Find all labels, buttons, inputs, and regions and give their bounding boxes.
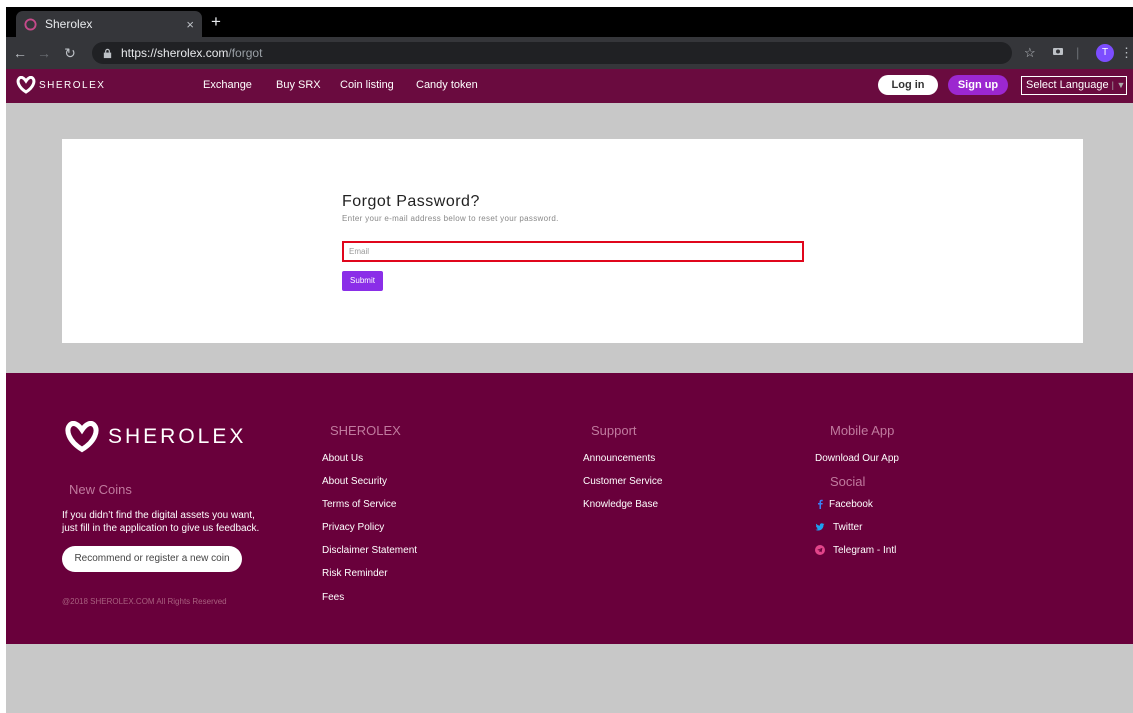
page-bottom-background xyxy=(6,644,1133,713)
footer-link-about-security[interactable]: About Security xyxy=(322,476,387,487)
browser-tab-bar: Sherolex × + xyxy=(6,7,1133,37)
footer-link-about-us[interactable]: About Us xyxy=(322,453,363,464)
new-coins-text-line-2: just fill in the application to give us … xyxy=(62,523,260,534)
nav-logo[interactable]: SHEROLEX xyxy=(16,76,105,94)
new-tab-icon[interactable]: + xyxy=(211,11,221,33)
browser-toolbar: ← → ↻ https://sherolex.com/forgot ☆ | T … xyxy=(6,37,1133,69)
footer-link-disclaimer-statement[interactable]: Disclaimer Statement xyxy=(322,545,417,556)
toolbar-divider: | xyxy=(1076,45,1080,60)
submit-button[interactable]: Submit xyxy=(342,271,383,291)
signup-button[interactable]: Sign up xyxy=(948,75,1008,95)
forward-arrow-icon[interactable]: → xyxy=(36,45,52,61)
nav-link-candy-token[interactable]: Candy token xyxy=(416,79,478,91)
url-host: https://sherolex.com xyxy=(121,46,229,60)
chevron-down-icon: | ▼ xyxy=(1111,80,1126,90)
browser-tab[interactable]: Sherolex × xyxy=(16,11,202,37)
footer-link-download-app[interactable]: Download Our App xyxy=(815,453,899,464)
footer-link-risk-reminder[interactable]: Risk Reminder xyxy=(322,568,388,579)
login-button[interactable]: Log in xyxy=(878,75,938,95)
camera-icon[interactable] xyxy=(1052,44,1064,62)
nav-link-buy-srx[interactable]: Buy SRX xyxy=(276,79,321,91)
nav-brand-wordmark: SHEROLEX xyxy=(39,79,106,91)
url-path: /forgot xyxy=(228,46,263,60)
tab-close-icon[interactable]: × xyxy=(186,17,194,32)
language-select[interactable]: Select Language | ▼ xyxy=(1021,76,1127,95)
footer-social-heading: Social xyxy=(830,474,866,489)
footer-link-customer-service[interactable]: Customer Service xyxy=(583,476,662,487)
facebook-icon xyxy=(818,499,823,509)
back-arrow-icon[interactable]: ← xyxy=(12,45,28,61)
page-subtitle: Enter your e-mail address below to reset… xyxy=(342,214,559,223)
telegram-icon xyxy=(815,545,825,555)
bookmark-star-icon[interactable]: ☆ xyxy=(1024,44,1036,62)
footer-link-facebook[interactable]: Facebook xyxy=(829,499,873,510)
copyright: @2018 SHEROLEX.COM All Rights Reserved xyxy=(62,597,227,606)
nav-link-coin-listing[interactable]: Coin listing xyxy=(340,79,394,91)
site-navbar: SHEROLEX Exchange Buy SRX Coin listing C… xyxy=(6,69,1133,103)
twitter-icon xyxy=(815,523,825,531)
footer-link-knowledge-base[interactable]: Knowledge Base xyxy=(583,499,658,510)
footer-col-sherolex-heading: SHEROLEX xyxy=(330,423,401,438)
sherolex-logo-icon xyxy=(16,76,36,94)
reload-icon[interactable]: ↻ xyxy=(62,45,78,61)
footer-col-mobile-app-heading: Mobile App xyxy=(830,423,895,438)
email-input[interactable] xyxy=(342,241,804,262)
footer-logo: SHEROLEX xyxy=(62,421,246,453)
nav-link-exchange[interactable]: Exchange xyxy=(203,79,252,91)
tab-title: Sherolex xyxy=(45,17,93,31)
new-coins-heading: New Coins xyxy=(69,482,132,497)
footer-link-twitter[interactable]: Twitter xyxy=(833,522,862,533)
page-title: Forgot Password? xyxy=(342,193,480,210)
new-coins-text-line-1: If you didn’t find the digital assets yo… xyxy=(62,510,255,521)
sherolex-logo-icon xyxy=(65,421,99,453)
address-bar[interactable]: https://sherolex.com/forgot xyxy=(92,42,1012,64)
recommend-coin-button[interactable]: Recommend or register a new coin xyxy=(62,546,242,572)
menu-dots-icon[interactable]: ⋮ xyxy=(1120,44,1133,62)
footer-link-fees[interactable]: Fees xyxy=(322,592,344,603)
profile-avatar[interactable]: T xyxy=(1096,44,1114,62)
footer-brand-wordmark: SHEROLEX xyxy=(108,425,247,448)
footer-link-terms-of-service[interactable]: Terms of Service xyxy=(322,499,396,510)
footer-link-telegram[interactable]: Telegram - Intl xyxy=(833,545,896,556)
sherolex-favicon-icon xyxy=(24,17,37,31)
lock-icon xyxy=(103,48,112,58)
footer-link-privacy-policy[interactable]: Privacy Policy xyxy=(322,522,384,533)
footer-col-support-heading: Support xyxy=(591,423,637,438)
language-select-label: Select Language xyxy=(1026,79,1109,91)
footer-link-announcements[interactable]: Announcements xyxy=(583,453,655,464)
